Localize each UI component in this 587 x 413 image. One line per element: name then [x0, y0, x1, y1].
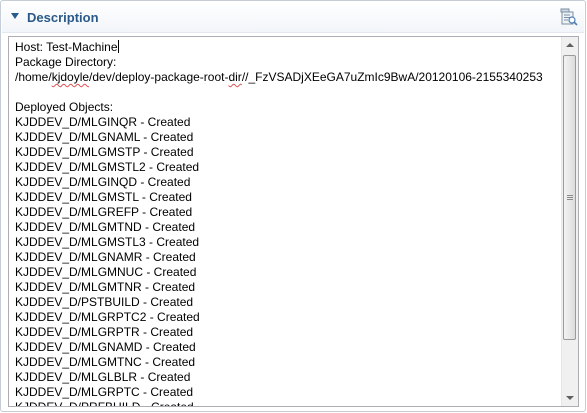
deployed-objects-list: KJDDEV_D/MLGINQR - Created KJDDEV_D/MLGN… [15, 115, 200, 407]
deployed-object-line: KJDDEV_D/MLGMTND - Created [15, 220, 196, 234]
grip-line [567, 195, 573, 196]
chevron-down-icon[interactable] [11, 13, 19, 19]
package-dir-label: Package Directory: [15, 55, 117, 69]
host-line: Host: Test-Machine [15, 40, 118, 54]
scroll-up-button[interactable] [562, 37, 578, 54]
deployed-object-line: KJDDEV_D/MLGRPTC2 - Created [15, 310, 200, 324]
deployed-object-line: KJDDEV_D/MLGMSTL3 - Created [15, 235, 200, 249]
deployed-object-line: KJDDEV_D/MLGMTNR - Created [15, 280, 196, 294]
deployed-object-line: KJDDEV_D/PSTBUILD - Created [15, 295, 194, 309]
vertical-scrollbar[interactable] [561, 37, 578, 406]
description-section: Description Host: Test-Machine Package D… [0, 0, 586, 412]
deployed-object-line: KJDDEV_D/MLGMNUC - Created [15, 265, 197, 279]
deployed-object-line: KJDDEV_D/MLGNAMD - Created [15, 340, 196, 354]
deployed-object-line: KJDDEV_D/MLGMSTL - Created [15, 190, 192, 204]
description-textarea[interactable]: Host: Test-Machine Package Directory: /h… [8, 36, 579, 407]
scroll-down-button[interactable] [562, 389, 578, 406]
deployed-object-line: KJDDEV_D/MLGNAMR - Created [15, 250, 196, 264]
section-title[interactable]: Description [27, 10, 99, 25]
text-caret [117, 40, 119, 53]
grip-line [567, 197, 573, 198]
deployed-object-line: KJDDEV_D/MLGREFP - Created [15, 205, 193, 219]
deployed-object-line: KJDDEV_D/MLGINQR - Created [15, 115, 191, 129]
deployed-object-line: KJDDEV_D/MLGLBLR - Created [15, 370, 191, 384]
deployed-object-line: KJDDEV_D/MLGMTNC - Created [15, 355, 196, 369]
deployed-object-line: KJDDEV_D/MLGINQD - Created [15, 175, 191, 189]
section-header[interactable]: Description [2, 2, 584, 33]
deployed-object-line: KJDDEV_D/MLGNAML - Created [15, 130, 194, 144]
deployed-objects-label: Deployed Objects: [15, 100, 114, 114]
arrow-up-icon [566, 43, 574, 47]
arrow-down-icon [566, 396, 574, 400]
description-text: Host: Test-Machine Package Directory: /h… [15, 40, 555, 407]
deployed-object-line: KJDDEV_D/MLGMSTL2 - Created [15, 160, 200, 174]
grip-line [567, 199, 573, 200]
deployed-object-line: KJDDEV_D/MLGMSTP - Created [15, 145, 194, 159]
package-dir-path: /home/kjdoyle/dev/deploy-package-root-di… [15, 70, 543, 84]
scrollbar-thumb[interactable] [563, 55, 576, 340]
deployed-object-line: KJDDEV_D/PRFBUILD - Created [15, 400, 194, 407]
open-in-editor-icon[interactable] [558, 7, 578, 27]
deployed-object-line: KJDDEV_D/MLGRPTC - Created [15, 385, 194, 399]
deployed-object-line: KJDDEV_D/MLGRPTR - Created [15, 325, 194, 339]
